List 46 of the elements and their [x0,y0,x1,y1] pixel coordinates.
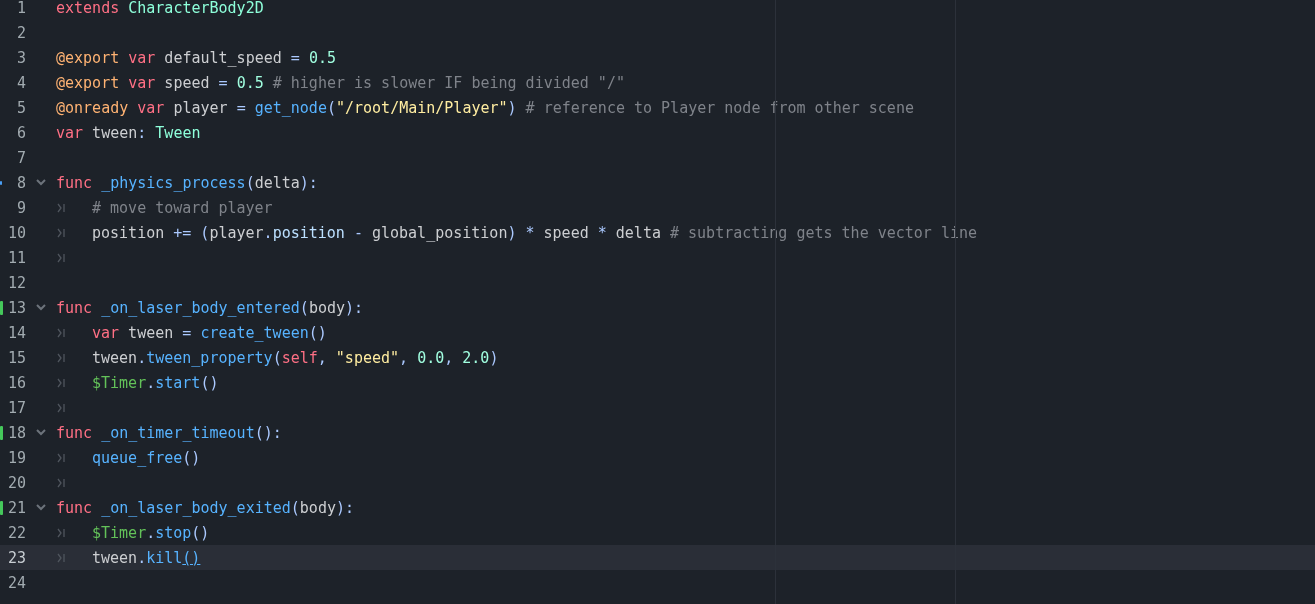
line-number: 8 [15,173,26,192]
code-editor[interactable] [0,0,1315,604]
line-number: 10 [6,223,26,242]
line-number: 21 [6,498,26,517]
line-number: 17 [6,398,26,417]
code-line: $Timer.start() [92,373,219,392]
fold-chevron-icon[interactable] [36,504,46,511]
code-line: func _on_laser_body_exited(body): [56,498,355,517]
line-number: 6 [15,123,26,142]
code-line: $Timer.stop() [92,523,210,542]
line-number: 12 [6,273,26,292]
code-line: tween.kill() [92,548,201,567]
code-line: queue_free() [92,448,201,467]
line-number: 16 [6,373,26,392]
line-number: 22 [6,523,26,542]
code-line: func _on_laser_body_entered(body): [56,298,364,317]
code-line: @onready var player = get_node("/root/Main/Player") # reference to Player node from other scene [56,98,914,117]
line-number: 20 [6,473,26,492]
code-line: func _physics_process(delta): [56,173,318,192]
fold-chevron-icon[interactable] [36,429,46,436]
code-line: @export var speed = 0.5 # higher is slower IF being divided "/" [56,73,625,92]
line-number: 7 [15,148,26,167]
line-number: 18 [6,423,26,442]
line-number: 2 [15,23,26,42]
line-number: 5 [15,98,26,117]
code-line: tween.tween_property(self, "speed", 0.0, 2.0) [92,348,499,367]
line-number: 19 [6,448,26,467]
line-number: 14 [6,323,26,342]
line-number: 15 [6,348,26,367]
code-line: position += (player.position - global_position) * speed * delta # subtracting gets the vector line [92,223,978,242]
line-number: 23 [6,548,26,567]
code-line: extends CharacterBody2D [56,0,264,17]
fold-chevron-icon[interactable] [36,304,46,311]
fold-chevron-icon[interactable] [36,179,46,186]
line-number: 3 [15,48,26,67]
code-line: var tween: Tween [56,123,201,142]
line-number: 24 [6,573,26,592]
code-line: var tween = create_tween() [92,323,327,342]
code-line: func _on_timer_timeout(): [56,423,282,442]
line-number: 13 [6,298,26,317]
line-number: 4 [15,73,26,92]
code-line: # move toward player [92,198,273,217]
line-number: 9 [15,198,26,217]
code-line: @export var default_speed = 0.5 [56,48,336,67]
line-number: 11 [6,248,26,267]
line-number: 1 [15,0,26,17]
